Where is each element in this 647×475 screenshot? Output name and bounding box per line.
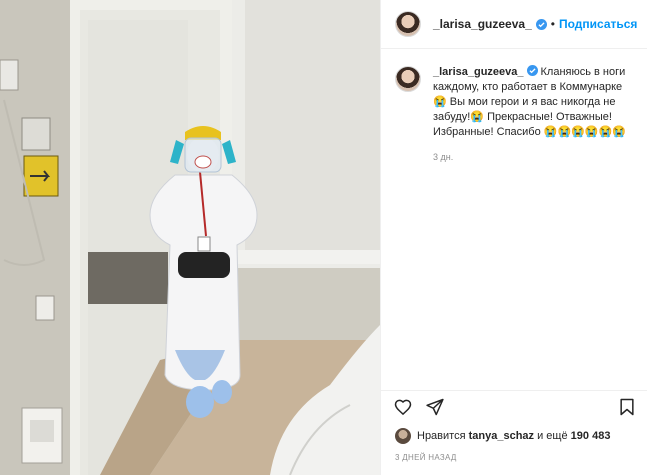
verified-badge-icon [535, 18, 547, 30]
post-photo-illustration [0, 0, 380, 475]
instagram-post: _larisa_guzeeva_ • Подписаться _larisa_g… [0, 0, 647, 475]
caption-avatar[interactable] [395, 66, 421, 92]
heart-icon[interactable] [393, 397, 413, 417]
post-date[interactable]: 3 ДНЕЙ НАЗАД [395, 453, 457, 462]
caption-username[interactable]: _larisa_guzeeva_ [433, 66, 524, 78]
likes-user[interactable]: tanya_schaz [469, 430, 534, 442]
likes-prefix: Нравится [417, 430, 466, 442]
likes-count[interactable]: 190 483 [571, 430, 611, 442]
liker-avatar[interactable] [395, 428, 411, 444]
caption-body: _larisa_guzeeva_ Кланяюсь в ноги каждому,… [433, 65, 633, 165]
follow-button[interactable]: Подписаться [559, 17, 637, 31]
post-sidebar: _larisa_guzeeva_ • Подписаться _larisa_g… [380, 0, 647, 475]
post-photo[interactable] [0, 0, 380, 475]
separator-dot: • [550, 17, 555, 31]
caption-verified-badge-icon [526, 65, 538, 76]
post-caption: _larisa_guzeeva_ Кланяюсь в ноги каждому,… [381, 49, 647, 165]
caption-timestamp[interactable]: 3 дн. [433, 150, 633, 165]
likes-summary: Нравится tanya_schaz и ещё 190 483 [395, 428, 610, 444]
author-username[interactable]: _larisa_guzeeva_ [433, 17, 532, 31]
author-avatar[interactable] [395, 11, 421, 37]
bookmark-icon[interactable] [617, 397, 637, 417]
likes-mid: и ещё [537, 430, 568, 442]
action-bar [381, 390, 647, 421]
paper-plane-icon[interactable] [425, 397, 445, 417]
post-header: _larisa_guzeeva_ • Подписаться [381, 0, 647, 49]
